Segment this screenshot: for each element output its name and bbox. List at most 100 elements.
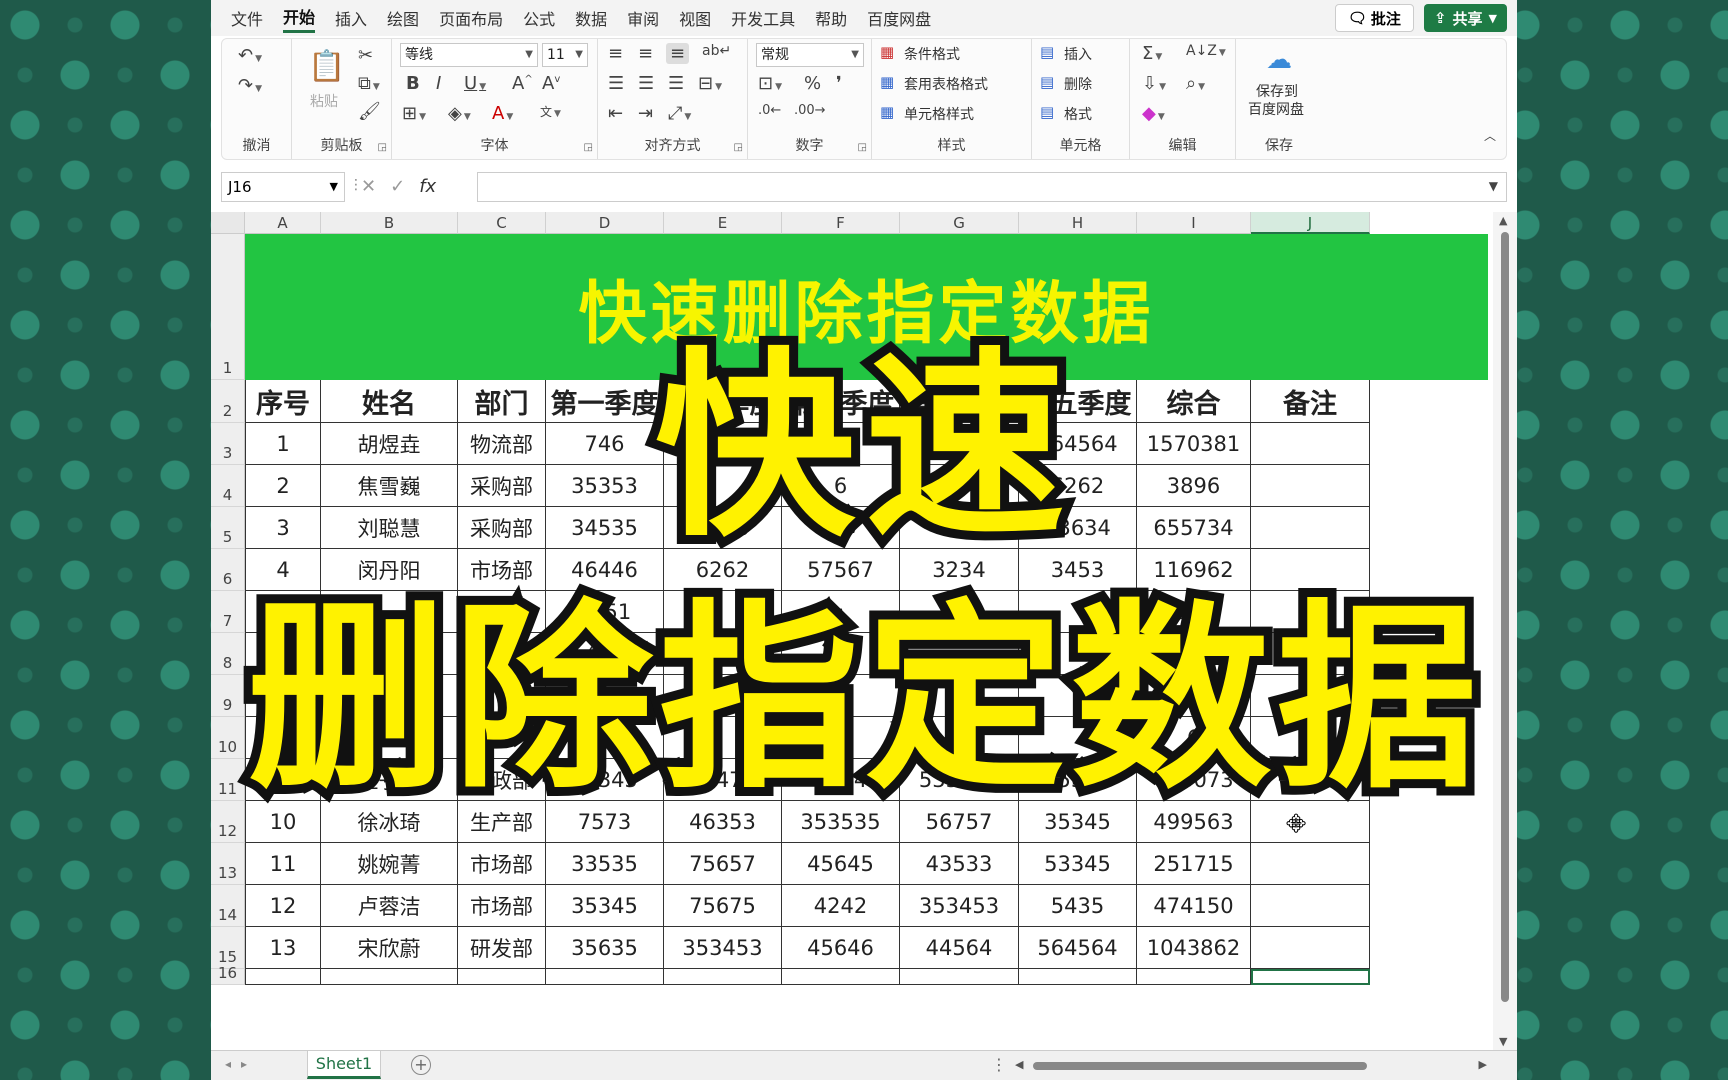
insert-cells-icon[interactable]: ▤ bbox=[1040, 43, 1054, 61]
table-cell[interactable]: 13 bbox=[245, 927, 321, 969]
table-header-cell[interactable]: 备注 bbox=[1251, 380, 1370, 423]
font-launcher-icon[interactable]: ◲ bbox=[584, 142, 593, 153]
underline-icon[interactable]: U ▼ bbox=[464, 73, 486, 94]
table-cell[interactable]: 35345 bbox=[546, 885, 664, 927]
sort-filter-icon[interactable]: A↓Z ▼ bbox=[1186, 43, 1226, 59]
column-header-i[interactable]: I bbox=[1137, 212, 1251, 234]
cell-style-button[interactable]: 单元格样式 bbox=[904, 104, 974, 124]
table-cell[interactable]: 3 bbox=[245, 507, 321, 549]
table-cell[interactable]: 4242 bbox=[782, 885, 900, 927]
increase-font-icon[interactable]: A^ bbox=[512, 73, 533, 94]
table-header-cell[interactable]: 姓名 bbox=[321, 380, 458, 423]
conditional-format-button[interactable]: 条件格式 bbox=[904, 44, 960, 64]
clipboard-launcher-icon[interactable]: ◲ bbox=[378, 142, 387, 153]
increase-indent-icon[interactable]: ⇥ bbox=[638, 103, 653, 124]
table-cell[interactable] bbox=[664, 969, 782, 985]
borders-icon[interactable]: ⊞ ▼ bbox=[402, 103, 426, 124]
italic-icon[interactable]: I bbox=[436, 73, 441, 94]
number-format-select[interactable]: 常规 ▼ bbox=[756, 43, 864, 67]
add-sheet-icon[interactable]: + bbox=[411, 1055, 431, 1075]
table-header-cell[interactable]: 第一季度 bbox=[546, 380, 664, 423]
increase-decimal-icon[interactable]: .0← bbox=[758, 103, 781, 118]
table-cell[interactable]: 564564 bbox=[1019, 927, 1137, 969]
decrease-decimal-icon[interactable]: .00→ bbox=[794, 103, 826, 118]
table-cell[interactable]: 33535 bbox=[546, 843, 664, 885]
share-button[interactable]: ⇪ 共享 ▼ bbox=[1423, 4, 1507, 32]
table-cell[interactable]: 3896 bbox=[1137, 465, 1251, 507]
sheet-tab-sheet1[interactable]: Sheet1 bbox=[307, 1051, 381, 1079]
menu-item-11[interactable]: 百度网盘 bbox=[867, 6, 931, 30]
table-cell[interactable]: 474150 bbox=[1137, 885, 1251, 927]
table-cell[interactable]: 45645 bbox=[782, 843, 900, 885]
undo-icon[interactable]: ↶ ▼ bbox=[238, 45, 262, 66]
paste-icon[interactable]: 📋 bbox=[308, 49, 345, 84]
merge-icon[interactable]: ⊟ ▼ bbox=[698, 73, 722, 94]
table-cell[interactable]: 姚婉菁 bbox=[321, 843, 458, 885]
format-cells-icon[interactable]: ▤ bbox=[1040, 103, 1054, 121]
table-cell[interactable]: 卢蓉洁 bbox=[321, 885, 458, 927]
save-to-label[interactable]: 保存到 bbox=[1256, 81, 1298, 101]
column-header-h[interactable]: H bbox=[1019, 212, 1137, 234]
table-cell[interactable] bbox=[1251, 843, 1370, 885]
confirm-icon[interactable]: ✓ bbox=[390, 176, 405, 197]
column-header-e[interactable]: E bbox=[664, 212, 782, 234]
table-cell[interactable]: 5435 bbox=[1019, 885, 1137, 927]
table-cell[interactable]: 75675 bbox=[664, 885, 782, 927]
baidu-cloud-icon[interactable]: ☁ bbox=[1266, 45, 1292, 75]
column-header-a[interactable]: A bbox=[245, 212, 321, 234]
column-header-j[interactable]: J bbox=[1251, 212, 1370, 234]
table-cell[interactable]: 353453 bbox=[664, 927, 782, 969]
menu-item-9[interactable]: 开发工具 bbox=[731, 6, 795, 30]
column-header-c[interactable]: C bbox=[458, 212, 546, 234]
column-header-g[interactable]: G bbox=[900, 212, 1019, 234]
chevron-down-icon[interactable]: ▼ bbox=[1489, 179, 1498, 193]
menu-item-4[interactable]: 页面布局 bbox=[439, 6, 503, 30]
table-cell[interactable]: 1043862 bbox=[1137, 927, 1251, 969]
formula-input[interactable]: ▼ bbox=[477, 172, 1507, 202]
alignment-launcher-icon[interactable]: ◲ bbox=[734, 142, 743, 153]
scroll-down-icon[interactable]: ▼ bbox=[1499, 1035, 1507, 1048]
column-header-b[interactable]: B bbox=[321, 212, 458, 234]
wrap-icon[interactable]: ab↵ bbox=[702, 43, 731, 59]
cancel-icon[interactable]: ✕ bbox=[361, 176, 376, 197]
menu-item-2[interactable]: 插入 bbox=[335, 6, 367, 30]
align-middle-icon[interactable]: ≡ bbox=[638, 43, 653, 64]
table-cell[interactable]: 市场部 bbox=[458, 885, 546, 927]
cell-style-icon[interactable]: ▦ bbox=[880, 103, 894, 121]
conditional-format-icon[interactable]: ▦ bbox=[880, 43, 894, 61]
horizontal-scroll-thumb[interactable] bbox=[1033, 1062, 1367, 1070]
number-launcher-icon[interactable]: ◲ bbox=[858, 142, 867, 153]
find-icon[interactable]: ⌕ ▼ bbox=[1186, 73, 1205, 94]
row-header-6[interactable]: 6 bbox=[211, 549, 245, 591]
table-cell[interactable]: 物流部 bbox=[458, 423, 546, 465]
table-cell[interactable]: 研发部 bbox=[458, 927, 546, 969]
tab-split-handle-icon[interactable]: ⋮ bbox=[991, 1055, 1007, 1074]
scroll-left-icon[interactable]: ◀ bbox=[1015, 1058, 1023, 1071]
table-cell[interactable]: 45646 bbox=[782, 927, 900, 969]
table-cell[interactable]: 353453 bbox=[900, 885, 1019, 927]
clear-icon[interactable]: ◆ ▼ bbox=[1142, 103, 1165, 124]
table-cell[interactable]: 35635 bbox=[546, 927, 664, 969]
format-cells-button[interactable]: 格式 bbox=[1064, 104, 1092, 124]
align-center-icon[interactable]: ☰ bbox=[638, 73, 654, 94]
chevron-down-icon[interactable]: ▼ bbox=[1489, 12, 1497, 25]
menu-item-3[interactable]: 绘图 bbox=[387, 6, 419, 30]
table-cell[interactable]: 焦雪巍 bbox=[321, 465, 458, 507]
table-cell[interactable]: 宋欣蔚 bbox=[321, 927, 458, 969]
table-cell[interactable]: 刘聪慧 bbox=[321, 507, 458, 549]
row-header-16[interactable]: 16 bbox=[211, 964, 245, 985]
table-cell[interactable] bbox=[782, 969, 900, 985]
selected-cell-j16[interactable] bbox=[1251, 969, 1370, 985]
table-cell[interactable] bbox=[458, 969, 546, 985]
copy-icon[interactable]: ⧉ ▼ bbox=[358, 73, 380, 94]
table-cell[interactable]: 1570381 bbox=[1137, 423, 1251, 465]
table-cell[interactable]: 胡煜垚 bbox=[321, 423, 458, 465]
comma-icon[interactable]: ❜ bbox=[836, 73, 842, 94]
table-cell[interactable] bbox=[245, 969, 321, 985]
row-header-5[interactable]: 5 bbox=[211, 507, 245, 549]
align-right-icon[interactable]: ☰ bbox=[668, 73, 684, 94]
table-cell[interactable] bbox=[321, 969, 458, 985]
paste-label[interactable]: 粘贴 bbox=[310, 91, 338, 111]
insert-cells-button[interactable]: 插入 bbox=[1064, 44, 1092, 64]
format-painter-icon[interactable]: 🖌 bbox=[358, 101, 381, 122]
